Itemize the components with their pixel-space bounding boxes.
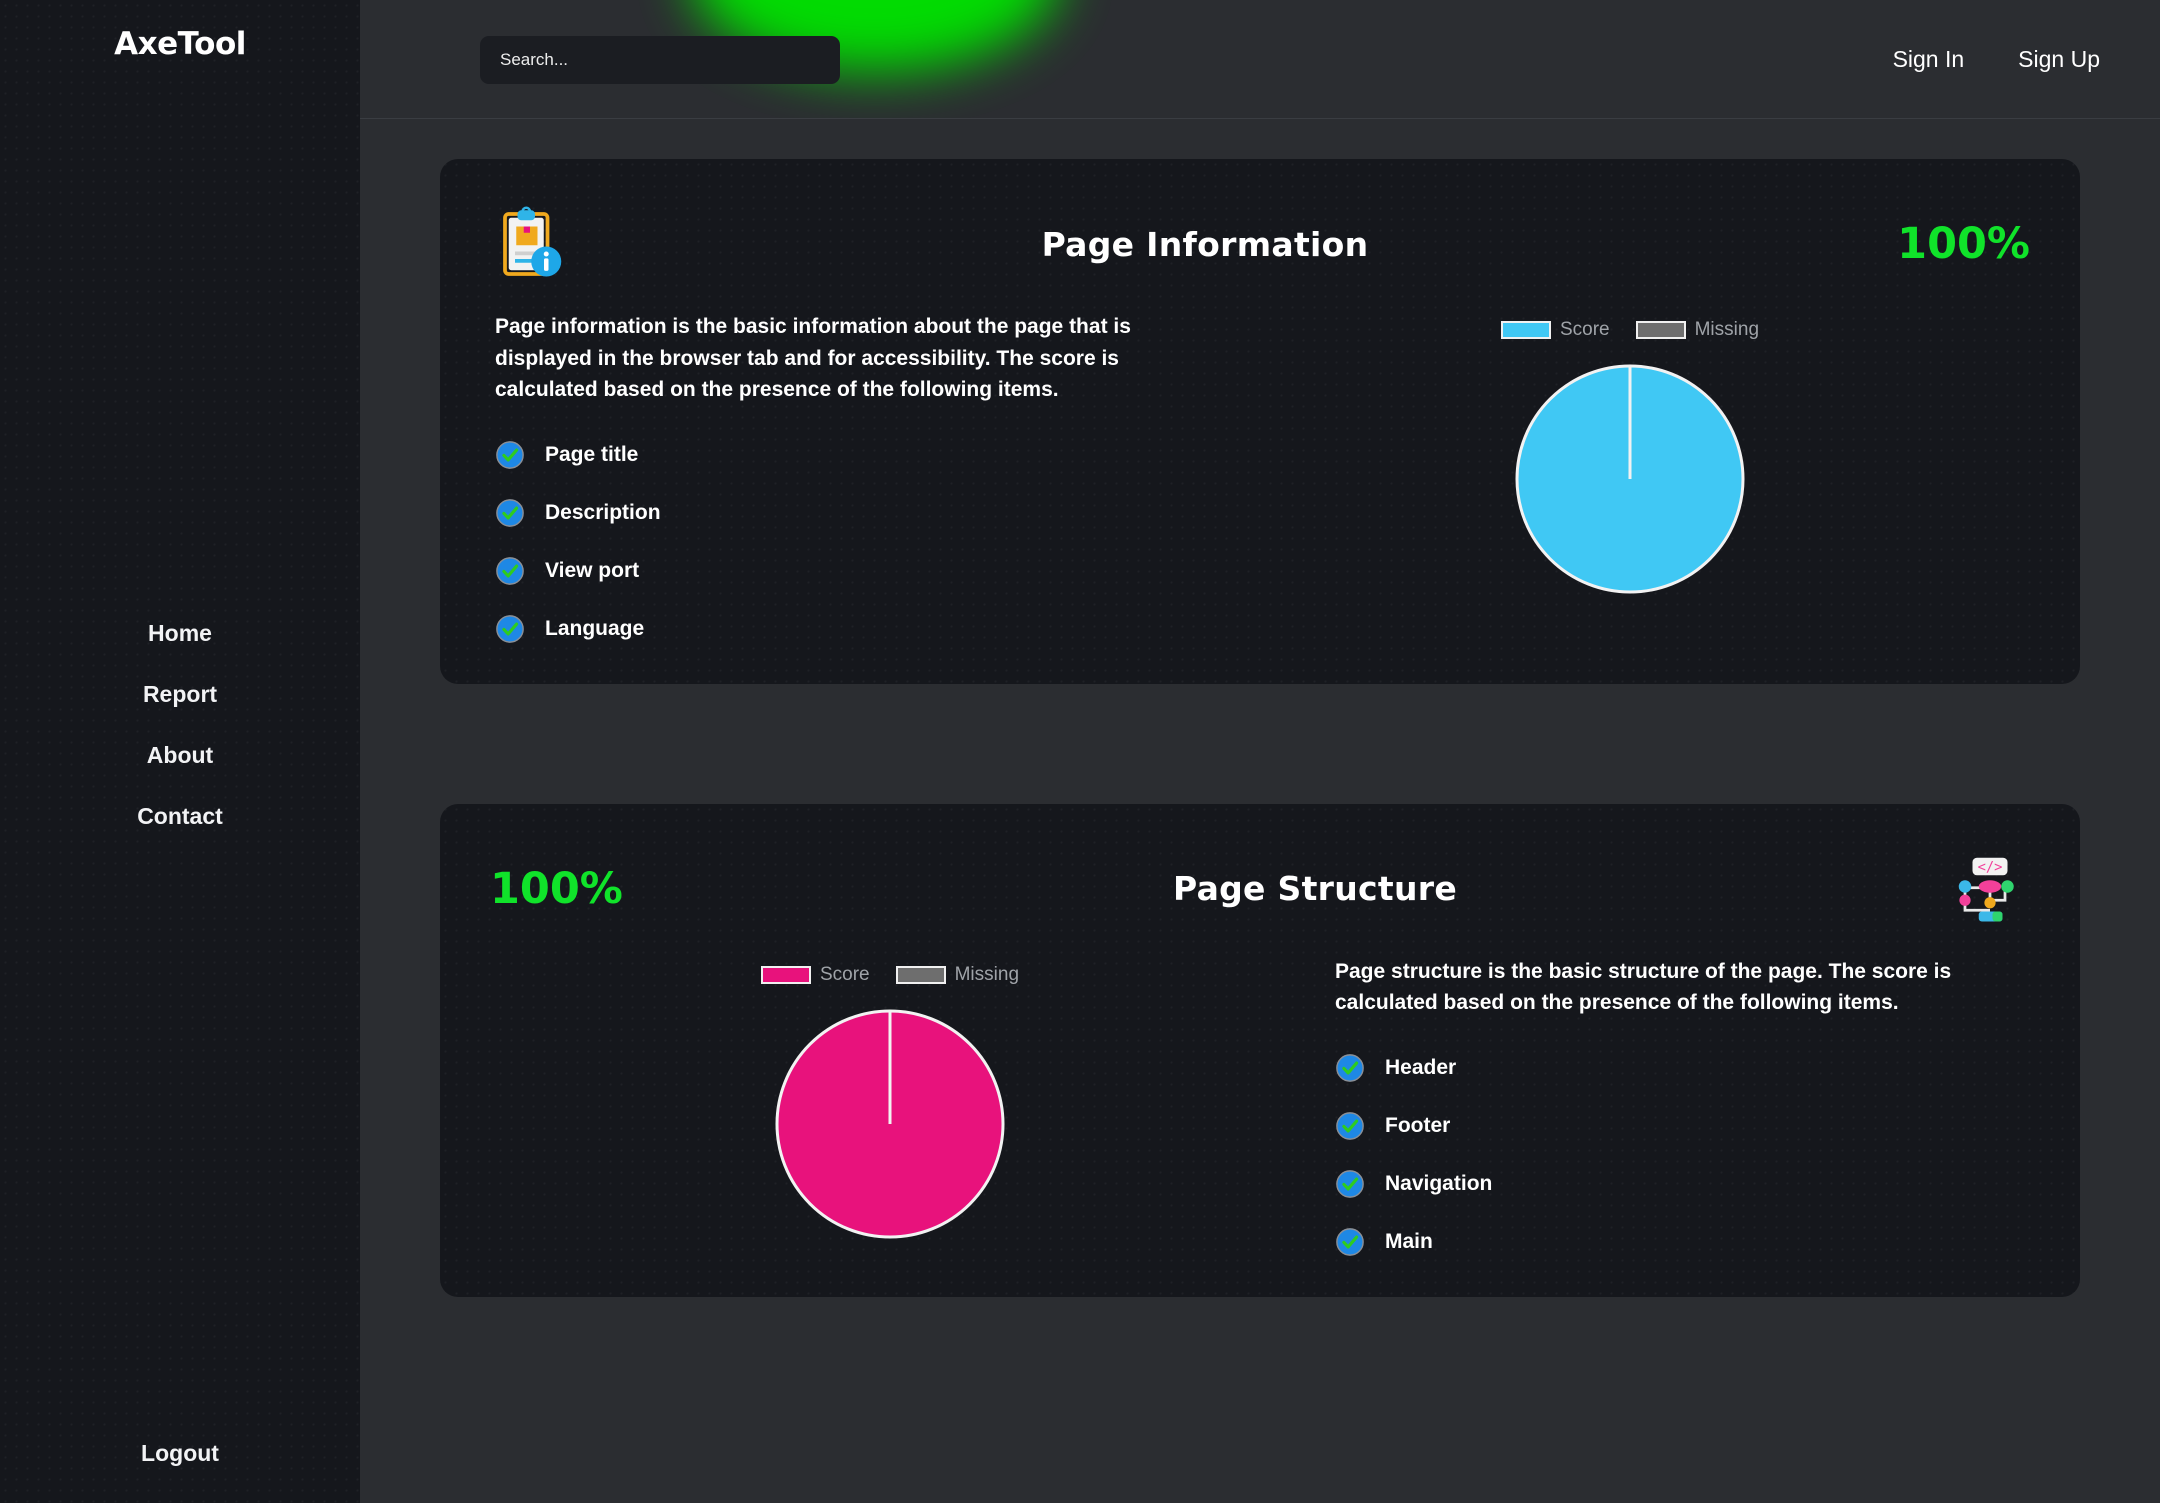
main-content: Page Information 100% Page information i…	[360, 119, 2160, 1503]
auth-links: Sign In Sign Up	[1893, 0, 2100, 118]
list-item: View port	[495, 556, 1190, 586]
sidebar-item-about[interactable]: About	[147, 744, 213, 767]
description-page-structure: Page structure is the basic structure of…	[1335, 959, 1952, 1015]
checklist-page-structure: Header Footer Navigation Main	[1335, 1053, 2030, 1257]
card-page-information: Page Information 100% Page information i…	[440, 159, 2080, 684]
check-circle-icon	[1335, 1227, 1365, 1257]
legend-entry-score: Score	[1500, 319, 1610, 341]
sidebar-nav: Home Report About Contact	[137, 622, 223, 828]
sidebar-item-home[interactable]: Home	[148, 622, 212, 645]
score-percent-page-information: 100%	[1897, 219, 2030, 269]
pie-chart-page-information[interactable]	[1510, 359, 1750, 599]
check-circle-icon	[1335, 1111, 1365, 1141]
legend-entry-score: Score	[760, 963, 870, 986]
chart-column-page-information: Score Missing	[1230, 311, 2030, 599]
sitemap-code-icon: </>	[1950, 849, 2030, 929]
app-root: AxeTool Home Report About Contact Logout…	[0, 0, 2160, 1503]
pie-chart-page-structure[interactable]	[770, 1004, 1010, 1244]
legend-swatch-score	[1500, 321, 1551, 339]
list-item: Header	[1335, 1053, 2030, 1083]
pie-legend-page-information: Score Missing	[1500, 319, 1760, 341]
checklist-label: Footer	[1385, 1113, 1451, 1137]
checklist-label: Page title	[545, 442, 639, 466]
legend-swatch-score	[760, 965, 811, 984]
legend-label-missing: Missing	[1694, 319, 1760, 340]
pie-legend-page-structure: Score Missing	[760, 963, 1020, 986]
legend-swatch-missing	[1635, 321, 1686, 339]
card-title-page-information: Page Information	[1041, 224, 1369, 264]
sign-in-link[interactable]: Sign In	[1893, 46, 1965, 73]
check-circle-icon	[1335, 1053, 1365, 1083]
check-circle-icon	[495, 556, 525, 586]
list-item: Footer	[1335, 1111, 2030, 1141]
clipboard-info-icon	[490, 204, 570, 284]
text-column-page-information: Page information is the basic informatio…	[490, 311, 1190, 644]
card-title-page-structure: Page Structure	[1172, 869, 1458, 908]
sign-up-link[interactable]: Sign Up	[2018, 46, 2100, 73]
legend-label-score: Score	[1559, 319, 1610, 340]
list-item: Main	[1335, 1227, 2030, 1257]
checklist-page-information: Page title Description View port Languag…	[495, 440, 1190, 644]
logout-button[interactable]: Logout	[0, 1440, 360, 1467]
checklist-label: View port	[545, 558, 640, 582]
sidebar-item-contact[interactable]: Contact	[137, 805, 223, 828]
chart-column-page-structure: Score Missing	[490, 956, 1290, 1244]
check-circle-icon	[495, 440, 525, 470]
text-column-page-structure: Page structure is the basic structure of…	[1330, 956, 2030, 1257]
checklist-label: Header	[1385, 1055, 1457, 1079]
legend-label-score: Score	[819, 963, 870, 985]
card-page-structure: 100% Page Structure </> Page structure i…	[440, 803, 2080, 1297]
checklist-label: Navigation	[1385, 1171, 1493, 1195]
top-header: Sign In Sign Up	[360, 0, 2160, 119]
legend-label-missing: Missing	[954, 963, 1020, 985]
legend-entry-missing: Missing	[895, 963, 1020, 986]
list-item: Language	[495, 614, 1190, 644]
legend-swatch-missing	[895, 965, 946, 984]
sidebar: AxeTool Home Report About Contact Logout	[0, 0, 360, 1503]
checklist-label: Description	[545, 500, 661, 524]
checklist-label: Language	[545, 616, 645, 640]
card-body-page-structure: Page structure is the basic structure of…	[490, 956, 2030, 1257]
card-body-page-information: Page information is the basic informatio…	[490, 311, 2030, 644]
card-header-page-information: Page Information 100%	[490, 203, 2030, 285]
legend-entry-missing: Missing	[1635, 319, 1760, 341]
description-page-information: Page information is the basic informatio…	[495, 315, 1131, 401]
check-circle-icon	[495, 498, 525, 528]
check-circle-icon	[495, 614, 525, 644]
card-header-page-structure: 100% Page Structure </>	[490, 848, 2030, 930]
svg-text:</>: </>	[1978, 859, 2003, 875]
brand-logo[interactable]: AxeTool	[114, 26, 246, 62]
sidebar-item-report[interactable]: Report	[143, 683, 217, 706]
search-input[interactable]	[480, 36, 840, 84]
check-circle-icon	[1335, 1169, 1365, 1199]
score-percent-page-structure: 100%	[490, 863, 623, 914]
checklist-label: Main	[1385, 1229, 1433, 1253]
list-item: Description	[495, 498, 1190, 528]
list-item: Page title	[495, 440, 1190, 470]
list-item: Navigation	[1335, 1169, 2030, 1199]
